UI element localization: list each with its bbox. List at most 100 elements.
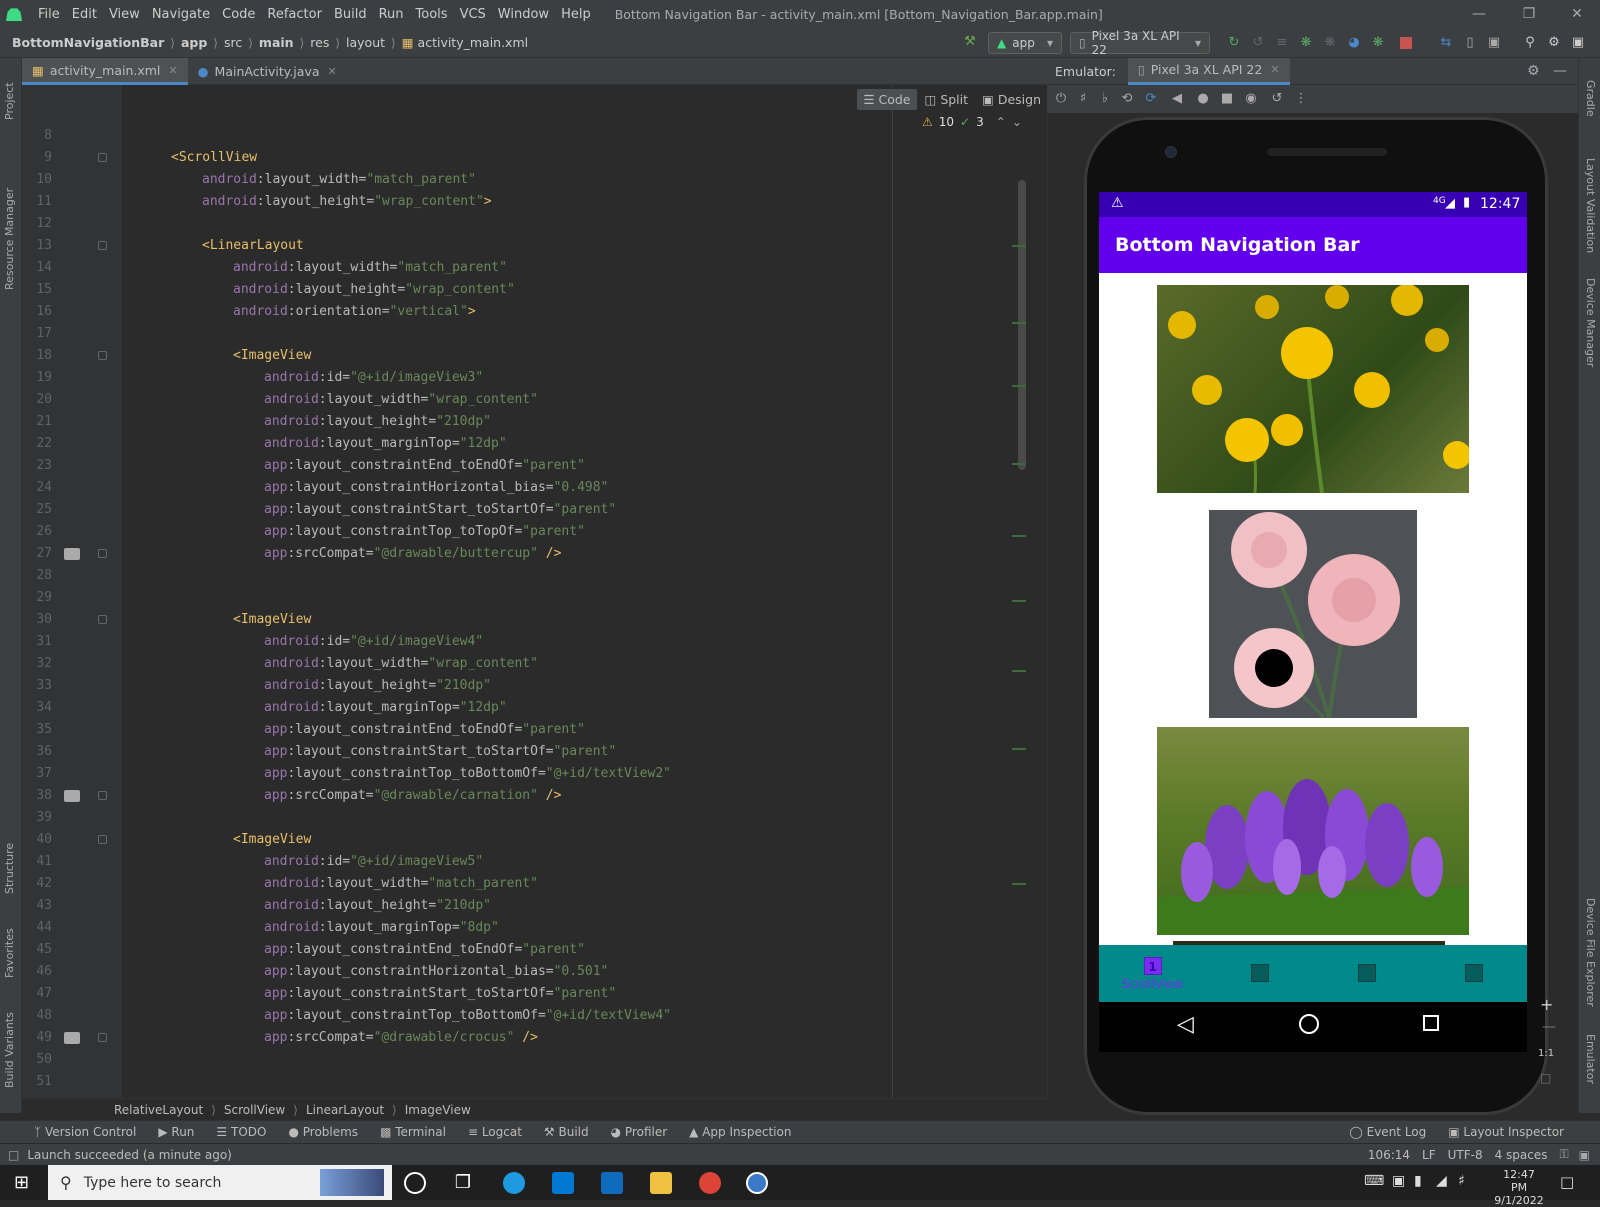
code-line[interactable]: 21 android:layout_height="210dp" <box>22 411 1022 433</box>
breadcrumb-src[interactable]: src <box>221 35 245 50</box>
line-separator[interactable]: LF <box>1422 1148 1436 1162</box>
tab-main-activity[interactable]: ● MainActivity.java ✕ <box>188 58 347 85</box>
sdk-manager-icon[interactable]: ▣ <box>1486 35 1502 51</box>
tool-version-control[interactable]: ᛉ Version Control <box>34 1125 136 1139</box>
code-line[interactable]: 38 app:srcCompat="@drawable/carnation" /> <box>22 785 1022 807</box>
code-line[interactable]: 19 android:id="@+id/imageView3" <box>22 367 1022 389</box>
zoom-fit-icon[interactable]: □ <box>1540 1071 1551 1085</box>
code-line[interactable]: 29 <box>22 587 1022 609</box>
tool-emulator[interactable]: Emulator <box>1584 1034 1597 1084</box>
vertical-scrollbar[interactable] <box>1018 180 1026 470</box>
code-line[interactable]: 47 app:layout_constraintStart_toStartOf="… <box>22 983 1022 1005</box>
tool-logcat[interactable]: ≡ Logcat <box>468 1125 522 1139</box>
tool-resource-manager[interactable]: Resource Manager <box>3 188 16 290</box>
tray-icon[interactable]: ▣ <box>1392 1173 1405 1189</box>
code-line[interactable]: 12 <box>22 213 1022 235</box>
notifications-icon[interactable]: □ <box>1560 1173 1574 1191</box>
bottom-nav-item-1[interactable]: 1 ScrollView <box>1099 945 1206 1002</box>
close-icon[interactable]: ✕ <box>1554 0 1600 28</box>
mode-design-button[interactable]: ▣ Design <box>976 89 1047 110</box>
code-line[interactable]: 41 android:id="@+id/imageView5" <box>22 851 1022 873</box>
menu-vcs[interactable]: VCS <box>454 7 492 22</box>
nav-back-icon[interactable]: ◁ <box>1177 1012 1194 1037</box>
zoom-out-icon[interactable]: — <box>1542 1019 1556 1035</box>
device-manager-icon[interactable]: ▯ <box>1462 35 1478 51</box>
breadcrumb-main[interactable]: main <box>256 35 297 50</box>
code-line[interactable]: 27 app:srcCompat="@drawable/buttercup" /> <box>22 543 1022 565</box>
code-line[interactable]: 11 android:layout_height="wrap_content"> <box>22 191 1022 213</box>
code-line[interactable]: 9 <ScrollView <box>22 147 1022 169</box>
minimize-icon[interactable]: — <box>1456 0 1502 28</box>
tool-project[interactable]: Project <box>3 82 16 120</box>
code-line[interactable]: 39 <box>22 807 1022 829</box>
tool-gradle[interactable]: Gradle <box>1584 80 1597 117</box>
indent-setting[interactable]: 4 spaces <box>1495 1148 1548 1162</box>
code-line[interactable]: 46 app:layout_constraintHorizontal_bias="… <box>22 961 1022 983</box>
mode-split-button[interactable]: ◫ Split <box>919 89 975 110</box>
task-view-icon[interactable]: ❐ <box>452 1172 474 1194</box>
lock-icon[interactable]: ⚿ <box>1560 1147 1569 1162</box>
tool-device-manager[interactable]: Device Manager <box>1584 278 1597 367</box>
device-dropdown[interactable]: ▯ Pixel 3a XL API 22 ▾ <box>1070 29 1210 57</box>
code-line[interactable]: 48 app:layout_constraintTop_toBottomOf="@… <box>22 1005 1022 1027</box>
home-icon[interactable]: ● <box>1195 91 1211 107</box>
tool-problems[interactable]: ● Problems <box>288 1125 358 1139</box>
snapshot-icon[interactable]: ↺ <box>1269 91 1285 107</box>
bottom-nav-item-4[interactable]: 4 <box>1420 945 1527 1002</box>
keyboard-icon[interactable]: ⌨ <box>1364 1173 1384 1189</box>
windows-start-icon[interactable]: ⊞ <box>14 1172 29 1193</box>
rotate-right-icon[interactable]: ⟳ <box>1143 91 1159 107</box>
code-line[interactable]: 40 <ImageView <box>22 829 1022 851</box>
code-line[interactable]: 44 android:layout_marginTop="8dp" <box>22 917 1022 939</box>
breadcrumb-project[interactable]: BottomNavigationBar <box>9 35 167 50</box>
code-line[interactable]: 33 android:layout_height="210dp" <box>22 675 1022 697</box>
code-line[interactable]: 16 android:orientation="vertical"> <box>22 301 1022 323</box>
caret-position[interactable]: 106:14 <box>1368 1148 1410 1162</box>
wifi-icon[interactable]: ◢ <box>1436 1173 1447 1189</box>
phone-screen[interactable]: ⚠ 4G ◢ ▮ 12:47 Bottom Navigation Bar 1 S… <box>1099 192 1527 1002</box>
taskbar-clock[interactable]: 12:47 PM 9/1/2022 <box>1494 1168 1544 1207</box>
close-tab-icon[interactable]: ✕ <box>328 65 337 78</box>
code-line[interactable]: 30 <ImageView <box>22 609 1022 631</box>
zoom-actual[interactable]: 1:1 <box>1538 1048 1554 1059</box>
code-editor[interactable]: ☰ Code ◫ Split ▣ Design ⚠ 10 ✓ 3 ⌃ ⌄ 8 9 <… <box>22 85 1047 1098</box>
rotate-left-icon[interactable]: ⟲ <box>1119 91 1135 107</box>
tool-structure[interactable]: Structure <box>3 843 16 894</box>
taskbar-search[interactable]: ⚲ Type here to search <box>48 1165 392 1200</box>
menu-build[interactable]: Build <box>328 7 373 22</box>
code-line[interactable]: 49 app:srcCompat="@drawable/crocus" /> <box>22 1027 1022 1049</box>
debug-attach-icon[interactable]: ❋ <box>1370 35 1386 51</box>
chrome-icon[interactable] <box>699 1172 721 1194</box>
minimize-panel-icon[interactable]: — <box>1553 63 1567 79</box>
menu-code[interactable]: Code <box>216 7 261 22</box>
back-icon[interactable]: ◀ <box>1169 91 1185 107</box>
android-studio-taskbar-icon[interactable] <box>746 1172 768 1194</box>
tool-device-file-explorer[interactable]: Device File Explorer <box>1584 898 1597 1007</box>
store-icon[interactable] <box>552 1172 574 1194</box>
apply-code-changes-icon[interactable]: ≡ <box>1274 35 1290 51</box>
menu-navigate[interactable]: Navigate <box>146 7 216 22</box>
settings-gear-icon[interactable]: ⚙ <box>1546 35 1562 51</box>
tool-build-variants[interactable]: Build Variants <box>3 1012 16 1088</box>
memory-indicator-icon[interactable]: ▣ <box>1579 1148 1590 1162</box>
crumb-relativelayout[interactable]: RelativeLayout <box>114 1103 203 1117</box>
file-encoding[interactable]: UTF-8 <box>1448 1148 1483 1162</box>
code-line[interactable]: 23 app:layout_constraintEnd_toEndOf="pare… <box>22 455 1022 477</box>
code-line[interactable]: 43 android:layout_height="210dp" <box>22 895 1022 917</box>
tool-run[interactable]: ▶ Run <box>158 1125 194 1139</box>
volume-icon[interactable]: ♯ <box>1458 1173 1465 1189</box>
menu-window[interactable]: Window <box>492 7 555 22</box>
image-preview-icon[interactable] <box>64 1032 80 1044</box>
profile-icon[interactable]: ◕ <box>1346 35 1362 51</box>
close-tab-icon[interactable]: ✕ <box>1270 63 1279 76</box>
fold-icon[interactable] <box>98 615 107 624</box>
code-line[interactable]: 32 android:layout_width="wrap_content" <box>22 653 1022 675</box>
tab-activity-main[interactable]: ▦ activity_main.xml ✕ <box>22 58 188 85</box>
code-line[interactable]: 13 <LinearLayout <box>22 235 1022 257</box>
search-icon[interactable]: ⚲ <box>1522 35 1538 51</box>
code-line[interactable]: 8 <box>22 125 1022 147</box>
nav-home-icon[interactable] <box>1299 1014 1319 1034</box>
tool-event-log[interactable]: ◯ Event Log <box>1349 1125 1426 1139</box>
volume-up-icon[interactable]: ♯ <box>1075 91 1091 107</box>
code-line[interactable]: 35 app:layout_constraintEnd_toEndOf="pare… <box>22 719 1022 741</box>
